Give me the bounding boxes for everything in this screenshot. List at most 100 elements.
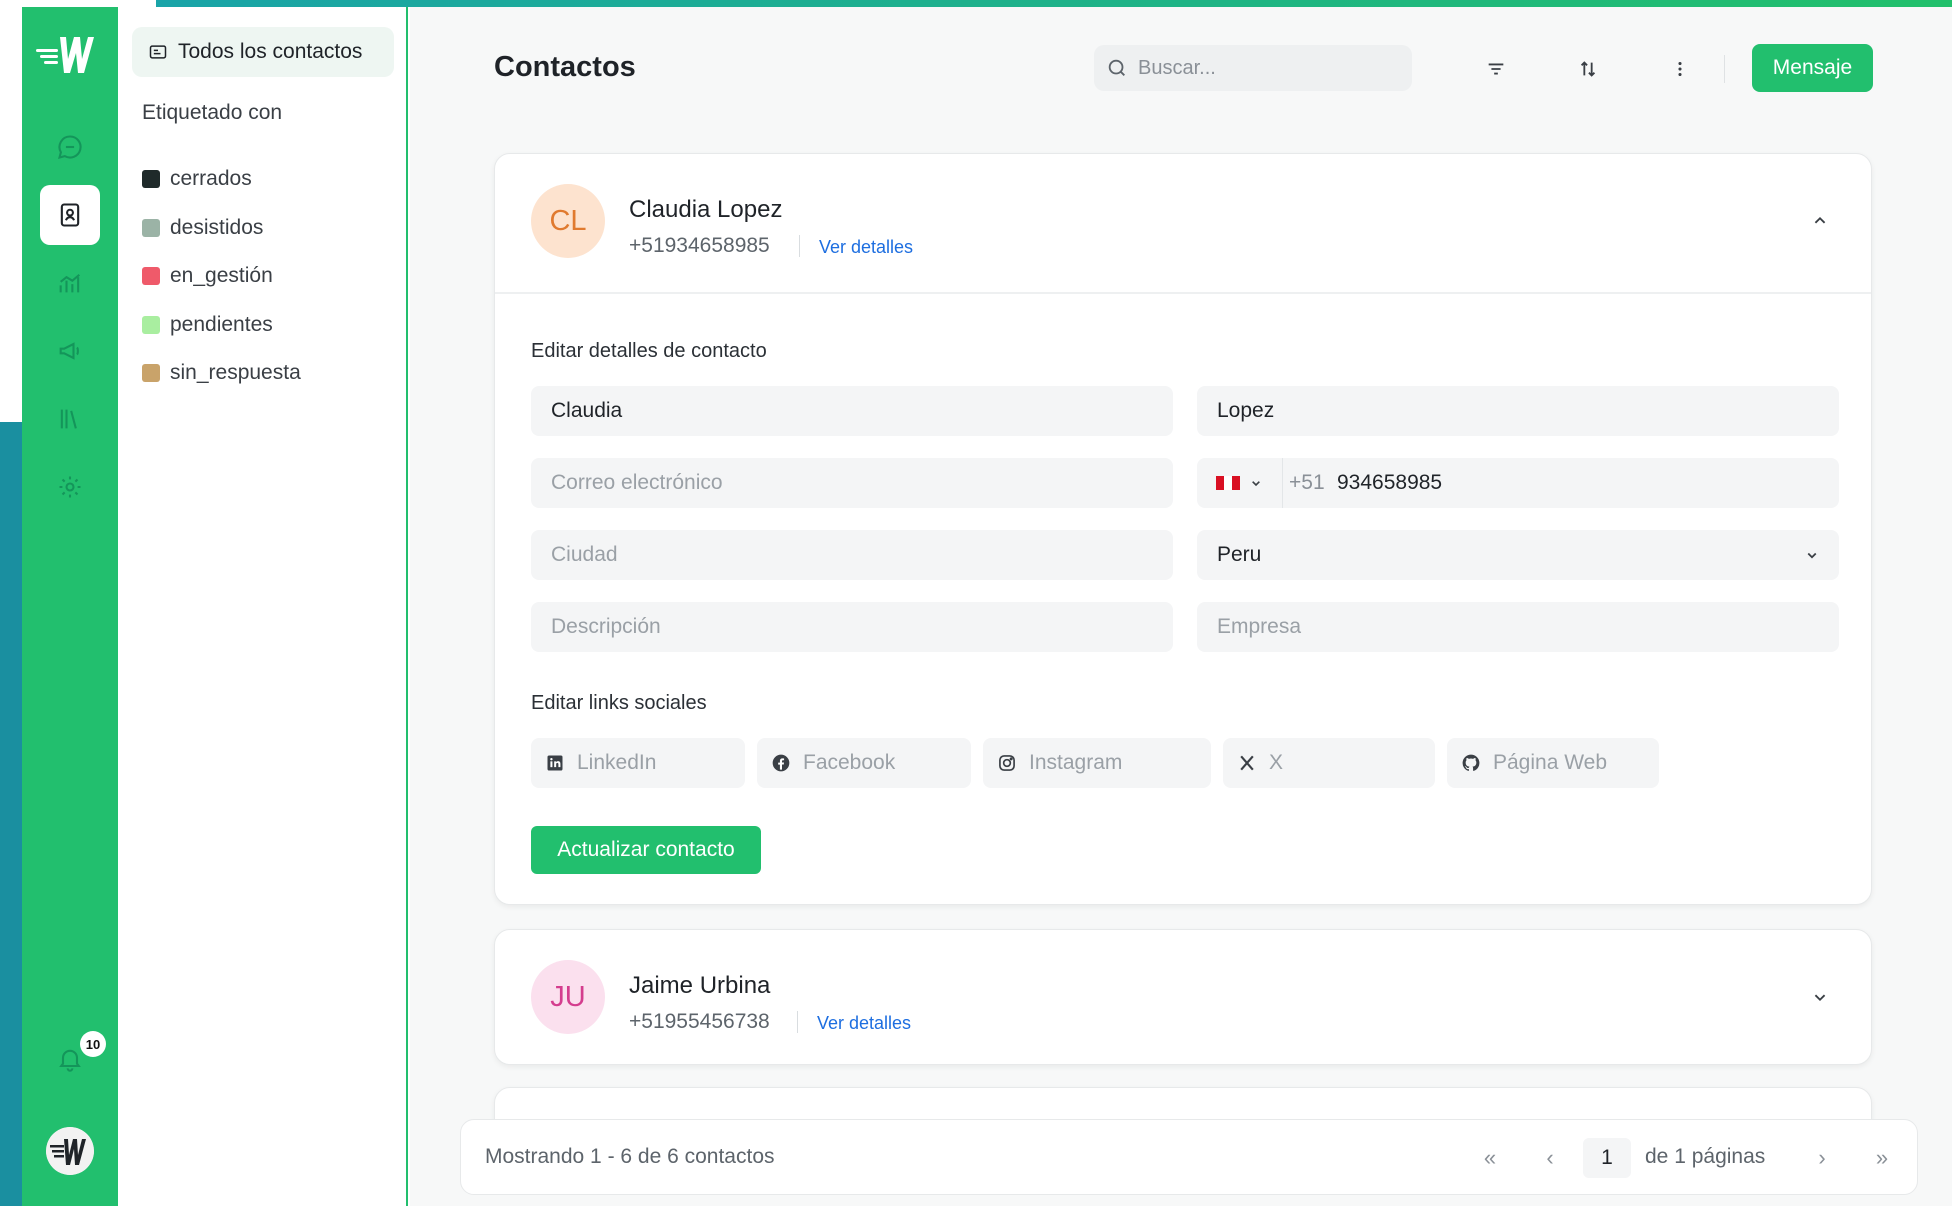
tag-swatch [142,170,160,189]
contact-card[interactable]: JU Jaime Urbina +51955456738 Ver detalle… [494,929,1872,1065]
tag-item-sin-respuesta[interactable]: sin_respuesta [142,349,382,398]
update-contact-button[interactable]: Actualizar contacto [531,826,761,874]
edit-details-title: Editar detalles de contacto [531,340,767,362]
facebook-placeholder: Facebook [803,751,896,774]
x-field[interactable]: X [1223,738,1435,788]
chat-bubble-icon [58,135,82,159]
contacts-main: Contactos Mensaje CL Claudia Lopez +5193… [410,7,1952,1206]
background-window-edge [0,0,22,1206]
message-button[interactable]: Mensaje [1752,44,1873,92]
tags-panel: Todos los contactos Etiquetado con cerra… [118,7,408,1206]
linkedin-icon [547,755,563,771]
pagination-bar: Mostrando 1 - 6 de 6 contactos « ‹ 1 de … [460,1119,1918,1195]
description-field[interactable]: Descripción [531,602,1173,652]
tag-item-pendientes[interactable]: pendientes [142,301,382,350]
first-page-button[interactable]: « [1475,1140,1505,1176]
phone-field: +51 934658985 [1197,458,1839,508]
tags-section-title: Etiquetado con [142,101,283,124]
tag-swatch [142,218,160,237]
next-page-button[interactable]: › [1807,1140,1837,1176]
filter-icon [1488,63,1504,75]
app-nav-rail: 10 [22,7,118,1206]
instagram-placeholder: Instagram [1029,751,1123,774]
more-vertical-icon [1678,61,1682,77]
tag-item-en-gestion[interactable]: en_gestión [142,252,382,301]
nav-library[interactable] [40,389,100,449]
tag-label: sin_respuesta [170,361,301,385]
page-total: de 1 páginas [1645,1145,1766,1168]
contact-card-expanded: CL Claudia Lopez +51934658985 Ver detall… [494,153,1872,905]
all-contacts-filter[interactable]: Todos los contactos [132,27,394,77]
contact-phone: +51955456738 [629,1010,770,1033]
tag-label: en_gestión [170,264,273,288]
results-count: Mostrando 1 - 6 de 6 contactos [485,1145,775,1168]
contact-header[interactable]: CL Claudia Lopez +51934658985 Ver detall… [495,154,1871,292]
top-accent-bar [0,0,1952,7]
website-placeholder: Página Web [1493,751,1608,774]
contact-name: Claudia Lopez [629,196,783,223]
email-field[interactable]: Correo electrónico [531,458,1173,508]
country-select[interactable]: Peru [1197,530,1839,580]
nav-campaigns[interactable] [40,321,100,381]
search-icon [1108,59,1125,76]
city-field[interactable]: Ciudad [531,530,1173,580]
contact-name: Jaime Urbina [629,972,771,999]
facebook-icon [772,754,790,772]
sort-button[interactable] [1570,51,1606,87]
website-field[interactable]: Página Web [1447,738,1659,788]
view-details-link[interactable]: Ver detalles [819,237,913,258]
user-avatar[interactable] [46,1127,94,1175]
header-divider [799,235,800,257]
nav-settings[interactable] [40,457,100,517]
tag-swatch [142,315,160,334]
github-icon [1462,754,1480,771]
contact-avatar: CL [531,184,605,258]
tag-swatch [142,267,160,286]
tag-swatch [142,364,160,383]
tag-item-desistidos[interactable]: desistidos [142,204,382,253]
search-box [1094,45,1412,91]
megaphone-icon [59,342,79,360]
tag-item-cerrados[interactable]: cerrados [142,155,382,204]
contact-book-icon [60,203,80,227]
library-icon [60,409,77,429]
all-contacts-label: Todos los contactos [178,40,363,63]
nav-analytics[interactable] [40,253,100,313]
facebook-field[interactable]: Facebook [757,738,971,788]
x-placeholder: X [1269,751,1284,774]
current-page[interactable]: 1 [1583,1138,1631,1178]
chevron-down-icon [1807,552,1817,559]
first-name-field[interactable]: Claudia [531,386,1173,436]
instagram-icon [999,755,1015,771]
instagram-field[interactable]: Instagram [983,738,1211,788]
company-field[interactable]: Empresa [1197,602,1839,652]
nav-chat[interactable] [40,117,100,177]
tag-label: cerrados [170,167,252,191]
x-logo-icon [1240,755,1254,771]
social-links-title: Editar links sociales [531,692,707,714]
country-code-select[interactable] [1197,458,1283,508]
prev-page-button[interactable]: ‹ [1535,1140,1565,1176]
page-title: Contactos [494,51,636,83]
id-card-icon [149,45,167,59]
last-page-button[interactable]: » [1867,1140,1897,1176]
contact-phone: +51934658985 [629,234,770,257]
toolbar-divider [1724,55,1725,83]
chevron-up-icon[interactable] [1809,210,1831,232]
contact-avatar: JU [531,960,605,1034]
country-value: Peru [1217,543,1262,566]
linkedin-field[interactable]: LinkedIn [531,738,745,788]
chart-icon [59,274,81,293]
chevron-down-icon[interactable] [1809,986,1831,1008]
view-details-link[interactable]: Ver detalles [817,1013,911,1034]
sort-arrows-icon [1580,61,1596,77]
chevron-down-icon [1251,481,1260,487]
more-options-button[interactable] [1662,51,1698,87]
last-name-field[interactable]: Lopez [1197,386,1839,436]
nav-contacts[interactable] [40,185,100,245]
search-input[interactable] [1138,56,1398,80]
phone-number-input[interactable]: 934658985 [1337,471,1442,495]
tag-label: pendientes [170,312,273,336]
filter-button[interactable] [1478,51,1514,87]
app-logo[interactable] [36,29,104,81]
